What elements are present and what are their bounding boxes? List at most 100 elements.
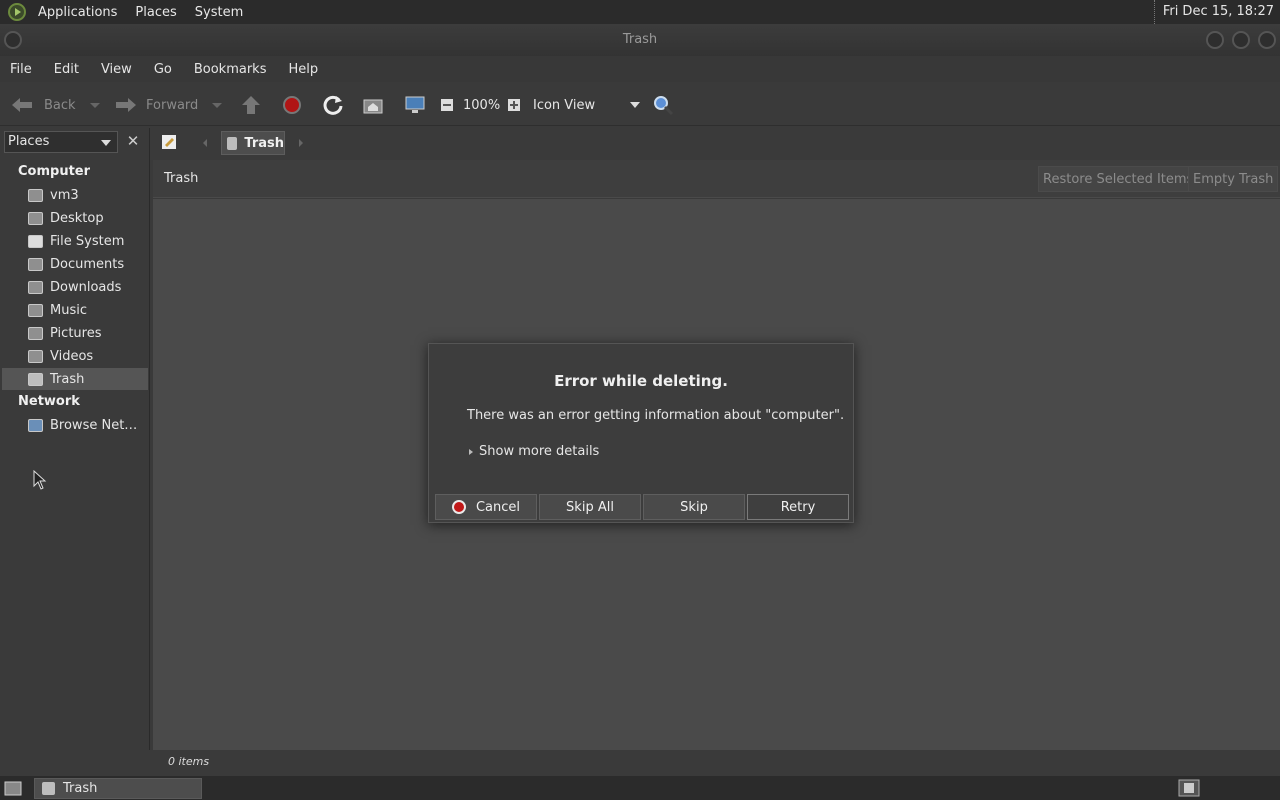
taskbar-item-label: Trash <box>63 781 98 796</box>
zoom-in-button[interactable] <box>507 84 521 126</box>
zoom-out-button[interactable] <box>440 84 454 126</box>
menu-edit[interactable]: Edit <box>54 62 79 77</box>
cancel-button[interactable]: Cancel <box>435 494 537 520</box>
top-panel: Applications Places System Fri Dec 15, 1… <box>0 0 1280 24</box>
view-mode-label: Icon View <box>533 97 596 113</box>
maximize-icon[interactable] <box>1232 31 1250 49</box>
sidebar-item-label: Trash <box>50 371 85 387</box>
computer-button[interactable] <box>404 84 426 126</box>
forward-button[interactable]: Forward <box>114 84 224 126</box>
location-bar: Trash <box>153 128 1280 158</box>
window-menu-icon[interactable] <box>4 31 22 49</box>
sidebar-item-label: Downloads <box>50 279 122 295</box>
minimize-icon[interactable] <box>1206 31 1224 49</box>
forward-label: Forward <box>146 97 199 113</box>
sidebar-close-icon[interactable]: ✕ <box>122 131 144 153</box>
empty-trash-button[interactable]: Empty Trash <box>1188 166 1279 192</box>
dialog-message: There was an error getting information a… <box>467 408 845 423</box>
panel-clock[interactable]: Fri Dec 15, 18:27 <box>1153 0 1274 24</box>
status-bar: 0 items <box>153 750 1280 774</box>
sidebar-item-downloads[interactable]: Downloads <box>2 276 148 298</box>
sidebar-item-browse-network[interactable]: Browse Net… <box>2 414 148 436</box>
breadcrumb-trash[interactable]: Trash <box>221 131 285 155</box>
window-titlebar[interactable]: Trash <box>0 24 1280 56</box>
sidebar-item-label: File System <box>50 233 125 249</box>
sidebar-header-computer: Computer <box>18 164 91 179</box>
show-details-expander[interactable]: Show more details <box>469 444 599 459</box>
back-dropdown-icon[interactable] <box>88 100 102 110</box>
reload-icon <box>323 95 343 115</box>
search-icon <box>654 96 674 116</box>
close-icon[interactable] <box>1258 31 1276 49</box>
stop-icon <box>283 96 301 114</box>
edit-location-icon[interactable] <box>161 134 177 150</box>
breadcrumb-label: Trash <box>244 135 284 151</box>
panel-menu-applications[interactable]: Applications <box>38 5 117 20</box>
sidebar-item-label: Videos <box>50 348 94 364</box>
sidebar-item-label: Browse Net… <box>50 417 138 433</box>
back-button[interactable]: Back <box>10 84 102 126</box>
retry-button[interactable]: Retry <box>747 494 849 520</box>
sidebar-places-select[interactable]: Places <box>4 131 118 153</box>
sidebar-item-file-system[interactable]: File System <box>2 230 148 252</box>
dialog-title: Error while deleting. <box>554 372 728 390</box>
folder-icon <box>28 280 43 294</box>
sidebar-item-label: Pictures <box>50 325 102 341</box>
menu-go[interactable]: Go <box>154 62 172 77</box>
restore-selected-button[interactable]: Restore Selected Items <box>1038 166 1199 192</box>
menu-bookmarks[interactable]: Bookmarks <box>194 62 267 77</box>
panel-menu: Applications Places System <box>8 3 243 21</box>
sidebar-item-desktop[interactable]: Desktop <box>2 207 148 229</box>
distro-logo-icon[interactable] <box>8 3 26 21</box>
sidebar-item-music[interactable]: Music <box>2 299 148 321</box>
home-folder-icon <box>28 188 43 202</box>
sidebar: Places ✕ Computer vm3 Desktop File Syste… <box>0 128 150 750</box>
trash-icon <box>28 372 43 386</box>
skip-all-button[interactable]: Skip All <box>539 494 641 520</box>
menu-view[interactable]: View <box>101 62 132 77</box>
show-desktop-icon[interactable] <box>4 781 22 796</box>
folder-icon <box>28 326 43 340</box>
trash-infobar: Trash Restore Selected Items Empty Trash <box>153 160 1280 198</box>
menubar: File Edit View Go Bookmarks Help <box>0 56 1280 82</box>
stop-button[interactable] <box>282 84 302 126</box>
breadcrumb-left-icon[interactable] <box>201 138 209 148</box>
skip-button[interactable]: Skip <box>643 494 745 520</box>
home-button[interactable] <box>362 84 384 126</box>
up-arrow-icon <box>242 96 260 114</box>
forward-arrow-icon <box>116 98 136 112</box>
cancel-label: Cancel <box>475 499 521 515</box>
trash-icon <box>42 782 55 795</box>
window-title: Trash <box>622 32 658 47</box>
infobar-title: Trash <box>164 171 199 186</box>
menu-help[interactable]: Help <box>288 62 318 77</box>
panel-menu-places[interactable]: Places <box>135 5 176 20</box>
sidebar-item-trash[interactable]: Trash <box>2 368 148 390</box>
zoom-in-icon <box>508 99 520 111</box>
view-mode-dropdown-icon <box>630 102 641 108</box>
trash-icon <box>227 136 238 150</box>
reload-button[interactable] <box>322 84 344 126</box>
sidebar-item-videos[interactable]: Videos <box>2 345 148 367</box>
sidebar-item-label: Documents <box>50 256 125 272</box>
sidebar-item-vm3[interactable]: vm3 <box>2 184 148 206</box>
sidebar-item-documents[interactable]: Documents <box>2 253 148 275</box>
folder-icon <box>28 303 43 317</box>
menu-file[interactable]: File <box>10 62 32 77</box>
places-select-label: Places <box>8 134 50 149</box>
breadcrumb-right-icon[interactable] <box>297 138 305 148</box>
search-button[interactable] <box>652 84 674 126</box>
zoom-level[interactable]: 100% <box>463 84 500 126</box>
home-folder-icon <box>363 99 383 114</box>
panel-menu-system[interactable]: System <box>195 5 243 20</box>
sidebar-item-label: vm3 <box>50 187 79 203</box>
zoom-out-icon <box>441 99 453 111</box>
sidebar-item-label: Music <box>50 302 87 318</box>
back-label: Back <box>44 97 76 113</box>
forward-dropdown-icon[interactable] <box>210 100 224 110</box>
view-mode-select[interactable]: Icon View <box>533 84 641 126</box>
sidebar-item-pictures[interactable]: Pictures <box>2 322 148 344</box>
taskbar-item-trash[interactable]: Trash <box>34 778 202 799</box>
trash-applet-icon[interactable] <box>1178 779 1200 797</box>
up-button[interactable] <box>240 84 262 126</box>
